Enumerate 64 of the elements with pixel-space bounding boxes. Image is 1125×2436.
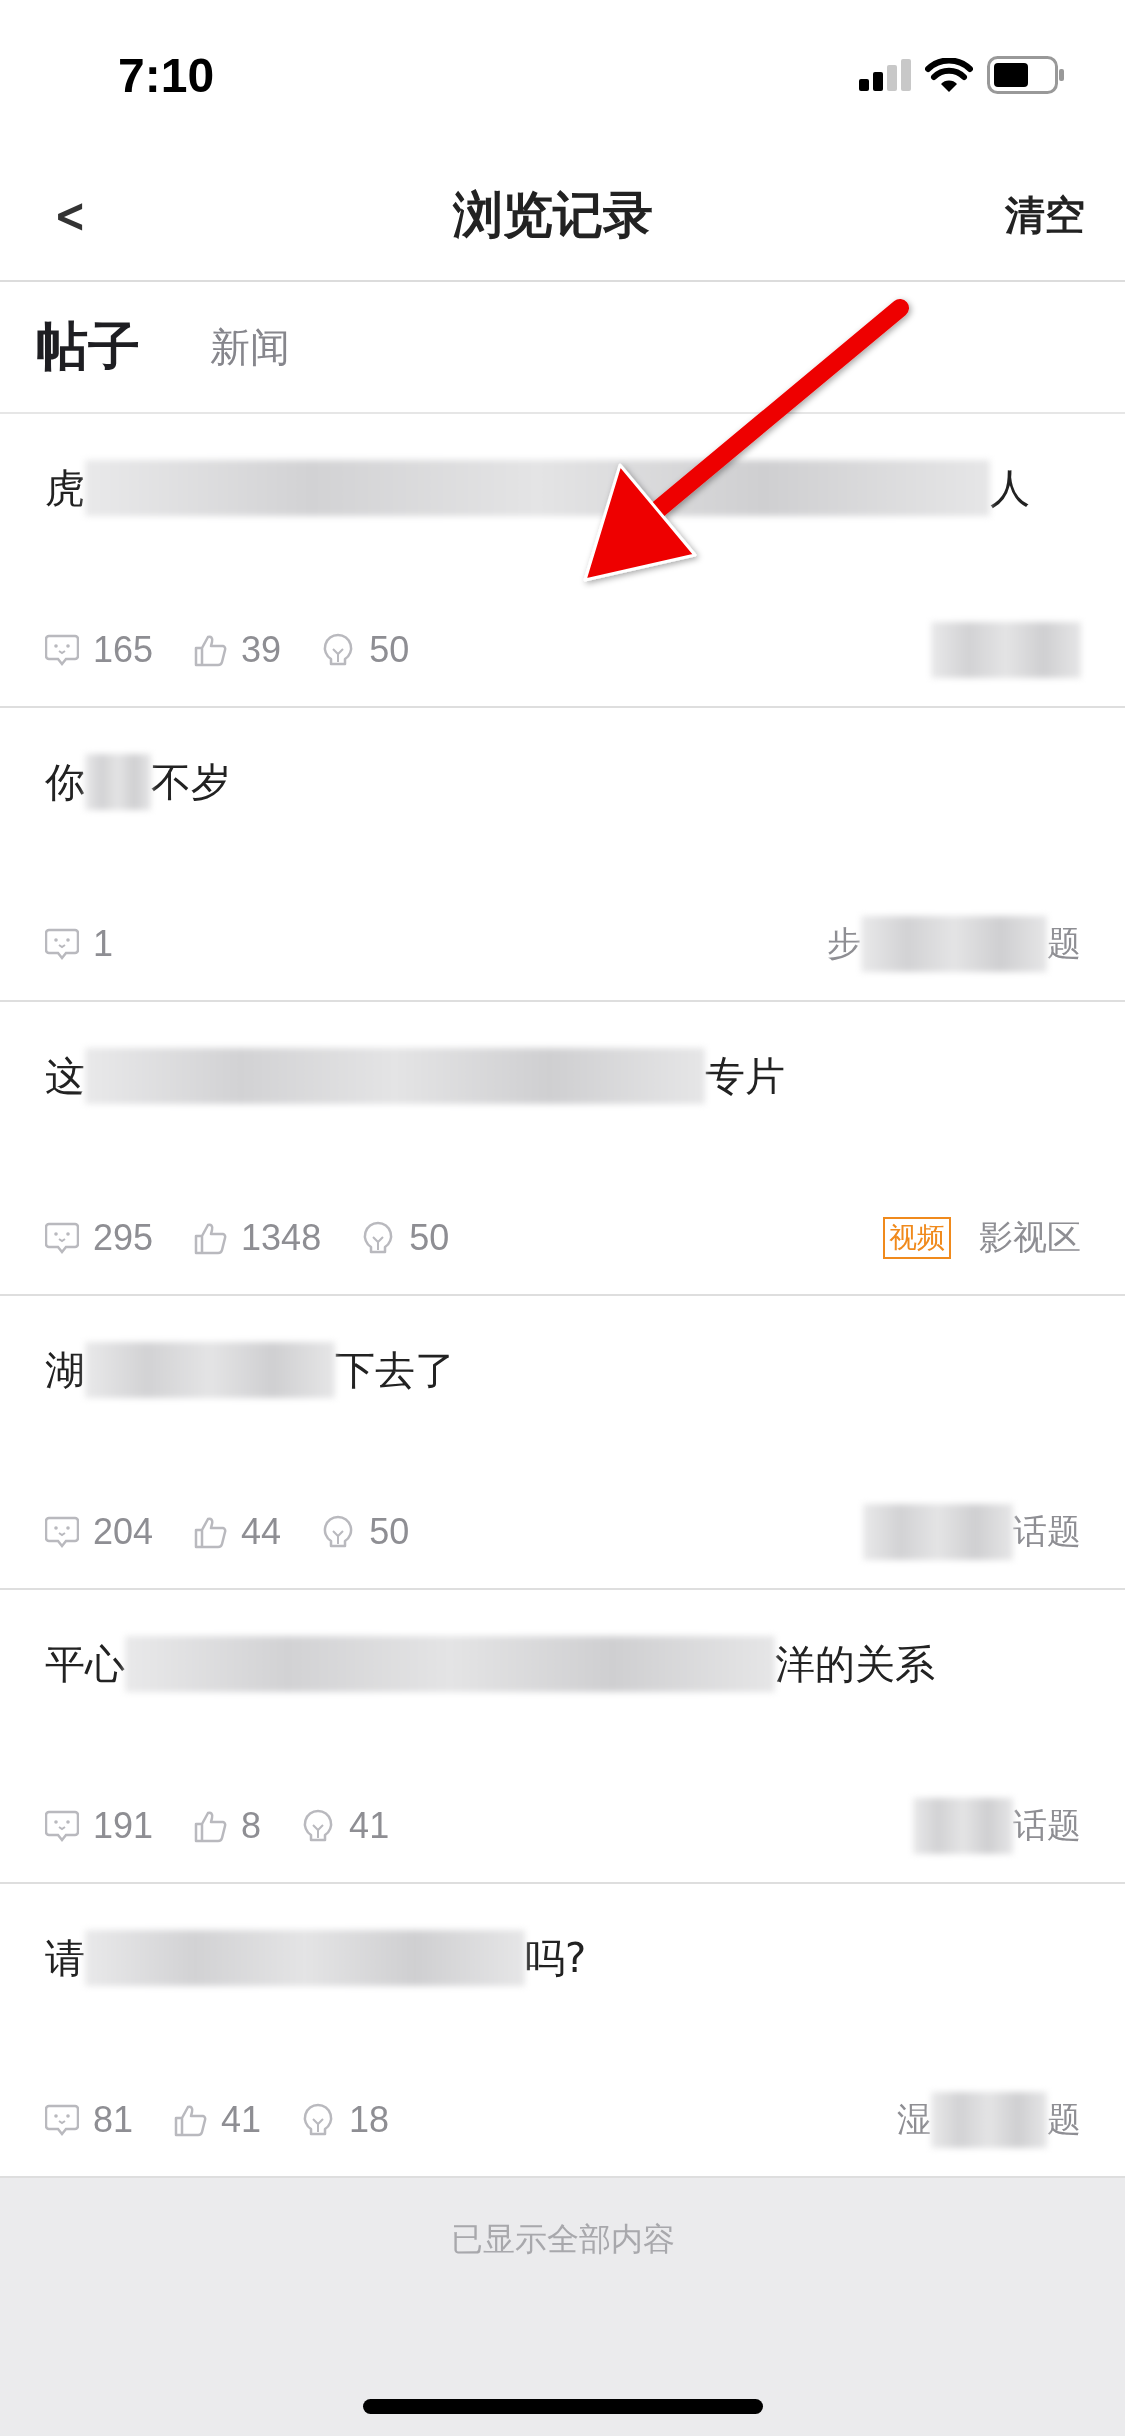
post-item[interactable]: 这 专片 295 1348 50 视频 影视区 — [0, 1002, 1125, 1296]
comment-count: 204 — [93, 1511, 154, 1553]
post-title: 平心 — [45, 1639, 125, 1689]
post-title: 人 — [990, 463, 1030, 513]
post-item[interactable]: 你 不岁 1 步 题 — [0, 708, 1125, 1002]
post-item[interactable]: 平心 洋的关系 191 8 41 话题 — [0, 1590, 1125, 1884]
topic-label: 题 — [1047, 922, 1081, 965]
back-button[interactable]: < — [46, 187, 95, 243]
comment-count: 295 — [93, 1217, 154, 1259]
comment-icon — [45, 1515, 79, 1549]
idea-count: 50 — [369, 629, 410, 671]
comment-icon — [45, 1221, 79, 1255]
post-title: 这 — [45, 1051, 85, 1101]
video-tag: 视频 — [883, 1217, 951, 1259]
signal-icon — [859, 59, 911, 91]
end-of-list-text: 已显示全部内容 — [450, 2219, 675, 2260]
thumbs-up-icon — [193, 633, 228, 667]
like-count: 1348 — [241, 1217, 322, 1259]
post-title: 虎 — [45, 463, 85, 513]
blurred-text — [85, 754, 151, 810]
post-title: 吗? — [525, 1933, 587, 1983]
topic-label: 题 — [1047, 2098, 1081, 2141]
comment-icon — [45, 633, 79, 667]
comment-icon — [45, 1809, 79, 1843]
topic-label: 湿 — [897, 2098, 931, 2141]
clear-button[interactable]: 清空 — [1005, 187, 1085, 243]
thumbs-up-icon — [193, 1809, 228, 1843]
post-title: 专片 — [705, 1051, 785, 1101]
topic-label: 话题 — [1013, 1510, 1081, 1553]
comment-count: 165 — [93, 629, 154, 671]
status-time: 7:10 — [118, 47, 215, 103]
comment-icon — [45, 927, 79, 961]
wifi-icon — [925, 58, 973, 92]
battery-icon — [987, 56, 1065, 94]
like-count: 41 — [221, 2099, 262, 2141]
idea-count: 50 — [369, 1511, 410, 1553]
thumbs-up-icon — [173, 2103, 208, 2137]
thumbs-up-icon — [193, 1515, 228, 1549]
like-count: 44 — [241, 1511, 282, 1553]
idea-count: 50 — [409, 1217, 450, 1259]
thumbs-up-icon — [193, 1221, 228, 1255]
like-count: 39 — [241, 629, 282, 671]
post-title: 你 — [45, 757, 85, 807]
topic-label: 步 — [827, 922, 861, 965]
post-item[interactable]: 请 吗? 81 41 18 湿 题 — [0, 1884, 1125, 2178]
post-title: 不岁 — [151, 757, 231, 807]
tab[interactable]: 帖子 — [36, 312, 140, 382]
post-item[interactable]: 虎 人 165 39 50 — [0, 414, 1125, 708]
comment-count: 1 — [93, 923, 114, 965]
like-count: 8 — [241, 1805, 262, 1847]
idea-count: 18 — [349, 2099, 390, 2141]
comment-count: 191 — [93, 1805, 154, 1847]
post-title: 洋的关系 — [775, 1639, 935, 1689]
idea-count: 41 — [349, 1805, 390, 1847]
post-title: 湖 — [45, 1345, 85, 1395]
post-title: 下去了 — [335, 1345, 455, 1395]
comment-count: 81 — [93, 2099, 134, 2141]
comment-icon — [45, 2103, 79, 2137]
post-title: 请 — [45, 1933, 85, 1983]
tab[interactable]: 新闻 — [210, 319, 290, 375]
post-item[interactable]: 湖 下去了 204 44 50 话题 — [0, 1296, 1125, 1590]
page-title: 浏览记录 — [452, 184, 653, 246]
topic-label: 话题 — [1013, 1804, 1081, 1847]
topic-label: 影视区 — [979, 1216, 1081, 1259]
